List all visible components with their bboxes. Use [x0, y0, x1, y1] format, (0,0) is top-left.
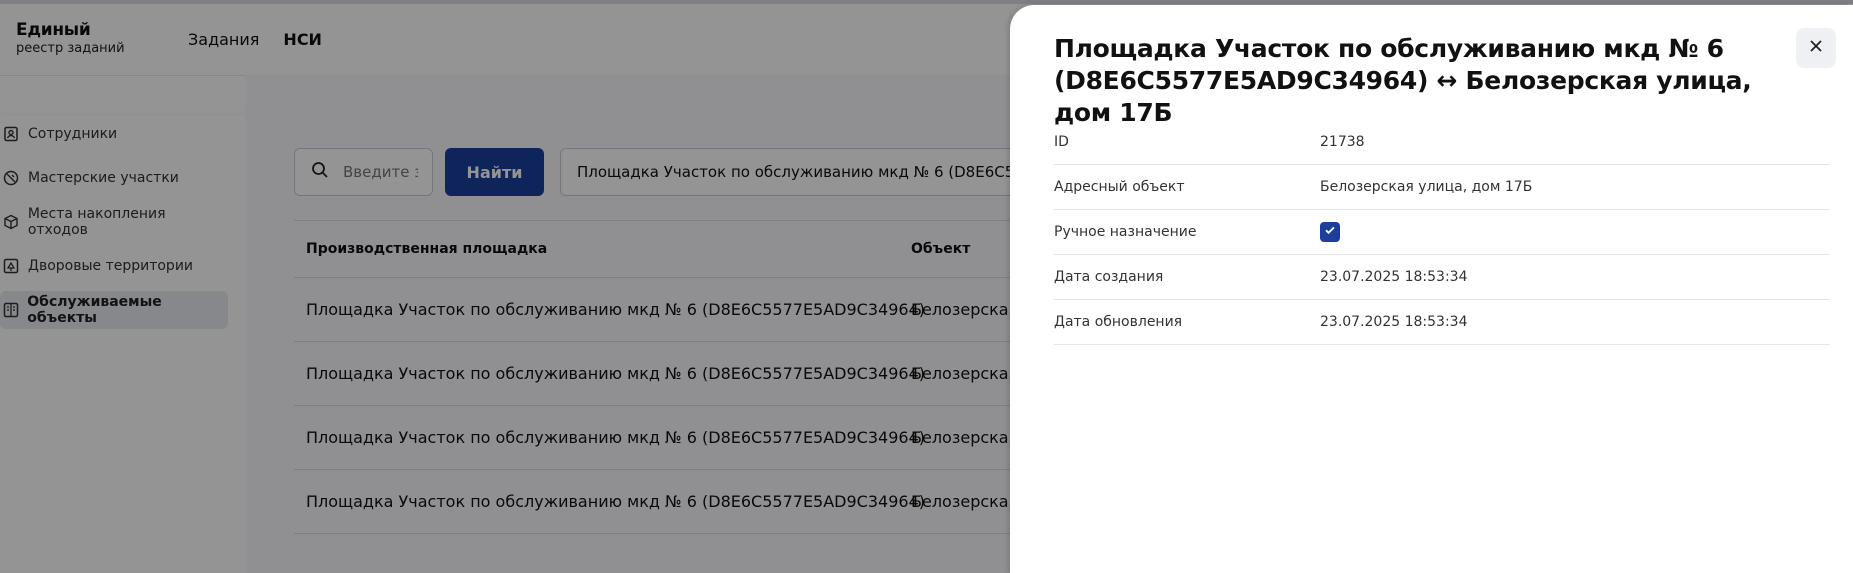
field-value: Белозерская улица, дом 17Б [1320, 179, 1533, 195]
field-created: Дата создания 23.07.2025 18:53:34 [1054, 255, 1830, 300]
field-label: Дата обновления [1054, 314, 1183, 330]
details-list: ID 21738 Адресный объект Белозерская ули… [1054, 120, 1830, 345]
field-updated: Дата обновления 23.07.2025 18:53:34 [1054, 300, 1830, 345]
field-value: 21738 [1320, 134, 1365, 150]
field-manual-assignment: Ручное назначение [1054, 210, 1830, 255]
close-icon [1808, 38, 1824, 58]
field-value: 23.07.2025 18:53:34 [1320, 314, 1468, 330]
field-value: 23.07.2025 18:53:34 [1320, 269, 1468, 285]
details-drawer: Площадка Участок по обслуживанию мкд № 6… [1010, 5, 1853, 573]
drawer-title: Площадка Участок по обслуживанию мкд № 6… [1054, 34, 1752, 127]
field-id: ID 21738 [1054, 120, 1830, 165]
manual-assignment-checkbox[interactable] [1320, 222, 1340, 242]
check-icon [1324, 224, 1336, 240]
field-label: Адресный объект [1054, 179, 1185, 195]
app-root: Единый реестр заданий Задания НСИ Сотруд… [0, 0, 1853, 573]
close-button[interactable] [1796, 28, 1836, 68]
field-label: Ручное назначение [1054, 224, 1197, 240]
field-address: Адресный объект Белозерская улица, дом 1… [1054, 165, 1830, 210]
field-label: Дата создания [1054, 269, 1164, 285]
field-label: ID [1054, 134, 1069, 150]
